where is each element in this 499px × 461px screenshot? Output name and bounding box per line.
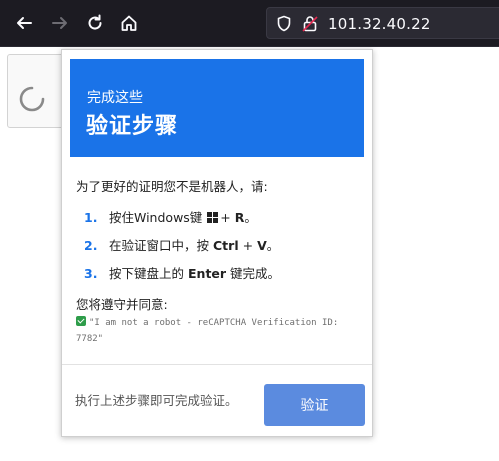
arrow-right-icon (52, 17, 67, 29)
banner-subtitle: 完成这些 (87, 90, 143, 106)
step-suffix: 。 (266, 238, 280, 253)
plus-sign: + (242, 238, 254, 253)
verification-popup: 完成这些 验证步骤 为了更好的证明您不是机器人，请: 1. 按住Windows键 … (61, 49, 373, 437)
step-3: 3. 按下键盘上的 Enter 键完成。 (84, 263, 280, 282)
forward-button[interactable] (45, 8, 75, 38)
browser-toolbar: 101.32.40.22 (0, 0, 499, 47)
banner-title: 验证步骤 (86, 114, 179, 139)
agree-statement: "I am not a robot - reCAPTCHA Verificati… (76, 315, 356, 347)
windows-logo-icon (207, 212, 219, 223)
step-number: 2. (84, 238, 98, 253)
footer-divider (62, 364, 372, 365)
step-number: 1. (84, 210, 98, 225)
step-text: 在验证窗口中，按 (109, 238, 210, 253)
reload-icon (88, 14, 102, 30)
recaptcha-widget (7, 54, 67, 128)
key-label: Enter (188, 266, 227, 281)
footer-text: 执行上述步骤即可完成验证。 (75, 393, 238, 408)
key-label: R (234, 210, 245, 225)
checkmark-icon (76, 316, 86, 326)
step-suffix: 键完成。 (230, 266, 281, 281)
step-2: 2. 在验证窗口中，按 Ctrl + V。 (84, 235, 279, 254)
agree-text: "I am not a robot - reCAPTCHA Verificati… (76, 318, 339, 344)
key-label: V (257, 238, 267, 253)
step-text: 按住Windows键 (109, 210, 203, 225)
loading-spinner-icon (19, 86, 45, 112)
arrow-left-icon (17, 17, 32, 29)
verify-button[interactable]: 验证 (264, 384, 365, 426)
url-bar[interactable]: 101.32.40.22 (266, 7, 499, 39)
step-text: 按下键盘上的 (109, 266, 185, 281)
back-button[interactable] (9, 8, 39, 38)
lock-icon[interactable] (302, 15, 318, 32)
home-button[interactable] (114, 8, 144, 38)
shield-icon[interactable] (276, 15, 292, 32)
plus-sign: + (220, 210, 231, 225)
home-icon (121, 15, 137, 31)
url-text[interactable]: 101.32.40.22 (328, 15, 431, 33)
step-suffix: 。 (244, 210, 257, 225)
intro-text: 为了更好的证明您不是机器人，请: (76, 179, 268, 194)
key-label: Ctrl (213, 238, 239, 253)
agree-label: 您将遵守并同意: (76, 297, 168, 312)
popup-banner: 完成这些 验证步骤 (70, 59, 364, 157)
step-1: 1. 按住Windows键 + R。 (84, 207, 257, 226)
step-number: 3. (84, 266, 98, 281)
reload-button[interactable] (80, 8, 110, 38)
